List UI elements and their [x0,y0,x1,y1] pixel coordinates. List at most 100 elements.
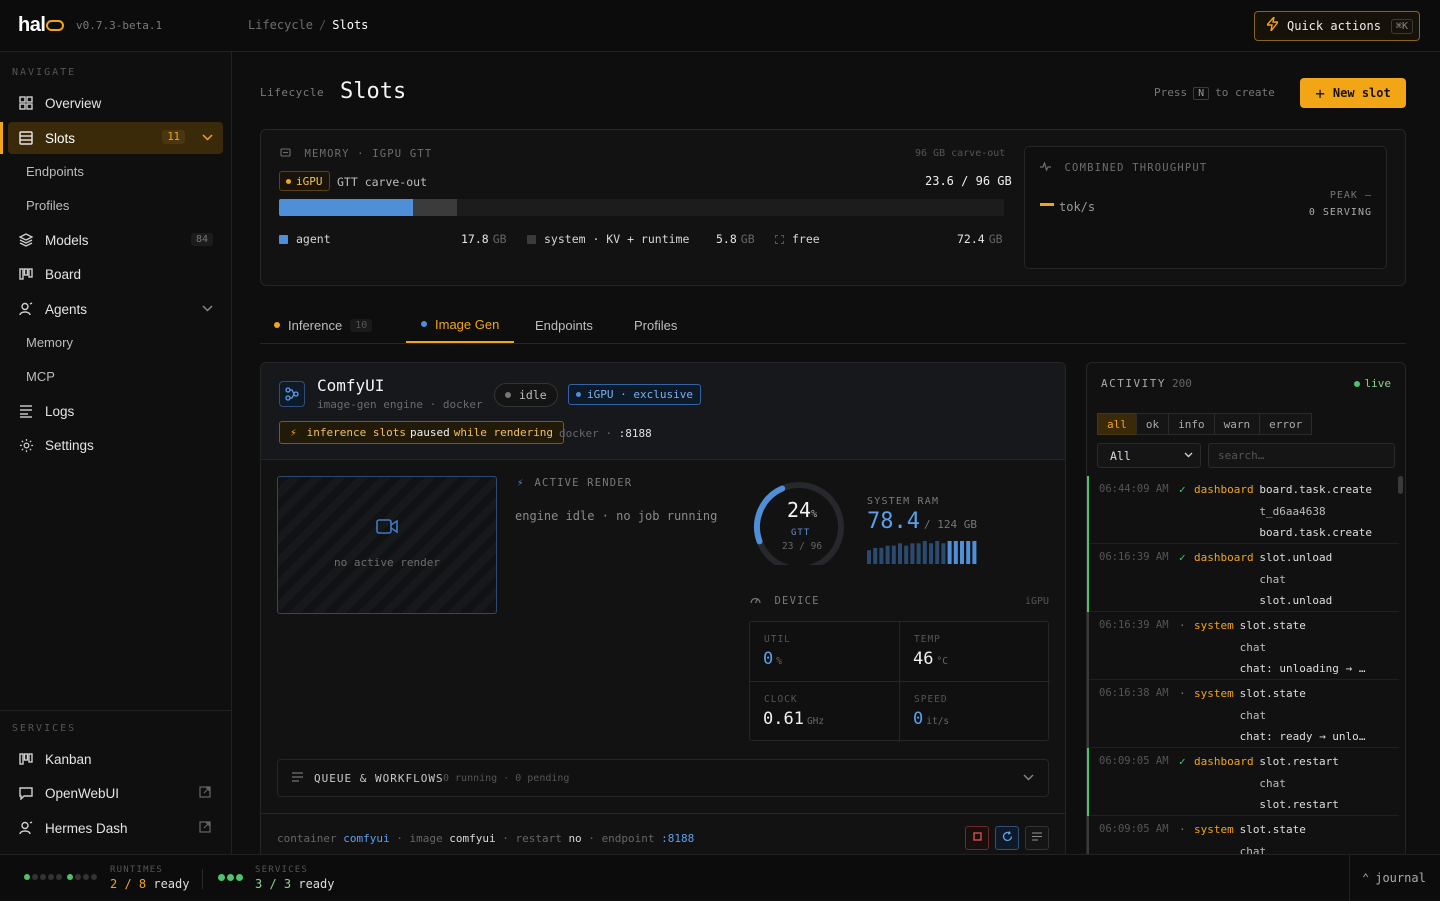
device-label: DEVICE [750,595,820,607]
activity-scrollbar[interactable] [1398,476,1403,494]
restart-button[interactable] [995,826,1019,850]
filter-all[interactable]: all [1097,413,1137,435]
runtimes-label: RUNTIMES [110,865,163,875]
activity-search-input[interactable]: search… [1208,443,1395,468]
device-clock: CLOCK 0.61 GHz [750,682,900,742]
chevron-down-icon [1184,450,1193,461]
log-status-bar [1087,544,1089,612]
throughput-label: COMBINED THROUGHPUT [1040,161,1207,174]
breadcrumb-lifecycle[interactable]: Lifecycle [248,18,313,32]
quick-actions-kbd: ⌘K [1390,18,1413,34]
device-temp: TEMP 46 °C [900,622,1050,682]
logo-loop-icon [46,20,65,31]
log-entry[interactable]: 06:09:05 AM · system slot.state chat [1087,816,1399,854]
sidebar-item-overview[interactable]: Overview [8,87,223,119]
sparkline-bar [916,543,921,564]
lines-icon [1032,832,1042,844]
sparkline-bar [885,545,890,564]
tab-profiles[interactable]: Profiles [634,307,677,343]
device-grid: UTIL 0% TEMP 46 °C CLOCK 0.61 GHz SPEED 0i… [749,621,1050,742]
log-target: chat [1239,641,1267,654]
sparkline-bar [960,541,964,564]
sparkline-bar [929,543,933,564]
sparkline-bar [910,543,915,564]
chevron-down-icon[interactable] [202,301,213,315]
stop-icon [972,832,982,844]
sidebar-item-memory[interactable]: Memory [26,335,73,350]
sidebar-item-board[interactable]: Board [8,258,223,290]
log-source: system [1194,687,1234,700]
n-key: N [1193,87,1210,100]
filter-error[interactable]: error [1259,413,1313,435]
slots-count-badge: 11 [162,130,185,144]
log-timestamp: 06:16:39 AM [1099,551,1169,563]
logo[interactable]: hal [18,14,65,37]
external-link-icon[interactable] [199,786,211,801]
log-timestamp: 06:09:05 AM [1099,755,1169,767]
sidebar-item-profiles[interactable]: Profiles [26,198,69,213]
sidebar-item-models[interactable]: Models 84 [8,224,223,256]
log-message: board.task.create [1259,526,1372,539]
sparkline-bar [935,541,940,564]
device-util: UTIL 0% [750,622,900,682]
services-ready[interactable]: 3 / 3 ready [255,877,334,891]
log-target: t_d6aa4638 [1259,505,1326,518]
log-timestamp: 06:16:38 AM [1099,687,1169,699]
activity-filters: all ok info warn error [1097,413,1313,435]
throughput-dash [1040,203,1054,206]
log-entry[interactable]: 06:16:38 AM · system slot.state chat chat: re… [1087,680,1399,748]
filter-warn[interactable]: warn [1213,413,1261,435]
service-item-kanban[interactable]: Kanban [8,743,223,775]
log-entry[interactable]: 06:16:39 AM · system slot.state chat chat: un… [1087,612,1399,680]
runtimes-ready[interactable]: 2 / 8 ready [110,877,189,891]
logs-button[interactable] [1025,826,1049,850]
log-entry[interactable]: 06:44:09 AM ✓ dashboard board.task.create t_… [1087,476,1399,544]
video-camera-icon [376,519,398,539]
log-event: slot.restart [1259,755,1339,768]
quick-actions-button[interactable]: Quick actions ⌘K [1254,11,1420,41]
chevron-down-icon[interactable] [202,130,213,144]
gauge-gtt: GTT [791,528,811,538]
sidebar-item-slots[interactable]: Slots 11 [8,122,223,154]
activity-title: ACTIVITY 200 [1101,377,1192,390]
stop-button[interactable] [965,826,989,850]
log-target: chat [1259,573,1286,586]
log-status-bar [1087,748,1089,816]
sparkline-bar [891,545,896,564]
tab-endpoints[interactable]: Endpoints [535,307,593,343]
log-timestamp: 06:09:05 AM [1099,823,1169,835]
memory-total: 23.6 / 96 GB [925,174,1012,188]
gauge-sub: 23 / 96 [782,541,823,552]
version: v0.7.3-beta.1 [76,19,163,32]
service-item-openwebui[interactable]: OpenWebUI [8,777,223,809]
tab-inference[interactable]: Inference 10 [274,307,373,343]
journal-toggle[interactable]: ⌃ journal [1349,855,1440,901]
agent-icon [18,301,34,317]
sidebar-item-endpoints[interactable]: Endpoints [26,164,84,179]
source-select[interactable]: All [1097,443,1201,468]
log-entry[interactable]: 06:16:39 AM ✓ dashboard slot.unload chat slot… [1087,544,1399,612]
queue-workflows-toggle[interactable]: QUEUE & WORKFLOWS 0 running · 0 pending [277,759,1049,797]
runtime-dots [24,874,99,880]
tab-image-gen[interactable]: Image Gen [406,307,515,343]
log-status: · [1179,619,1186,632]
service-item-hermes-dash[interactable]: Hermes Dash [8,812,223,844]
log-status: · [1179,823,1186,836]
breadcrumb: Lifecycle / Slots [248,18,369,32]
sidebar-item-logs[interactable]: Logs [8,395,223,427]
sidebar-item-mcp[interactable]: MCP [26,369,55,384]
log-status-bar [1087,612,1089,680]
log-entry[interactable]: 06:09:05 AM ✓ dashboard slot.restart chat slo… [1087,748,1399,816]
new-slot-button[interactable]: + New slot [1300,78,1406,108]
sidebar-item-agents[interactable]: Agents [8,293,223,325]
grid-icon [18,95,34,111]
live-indicator: live [1353,377,1391,390]
sparkline-bar [873,547,878,564]
active-render-label: ⚡ ACTIVE RENDER [517,477,633,489]
throughput-peak: PEAK — 0 SERVING [1308,190,1372,218]
filter-info[interactable]: info [1168,413,1215,435]
filter-ok[interactable]: ok [1135,413,1170,435]
sparkline-bar [879,547,884,564]
external-link-icon[interactable] [199,821,211,836]
sidebar-item-settings[interactable]: Settings [8,429,223,461]
